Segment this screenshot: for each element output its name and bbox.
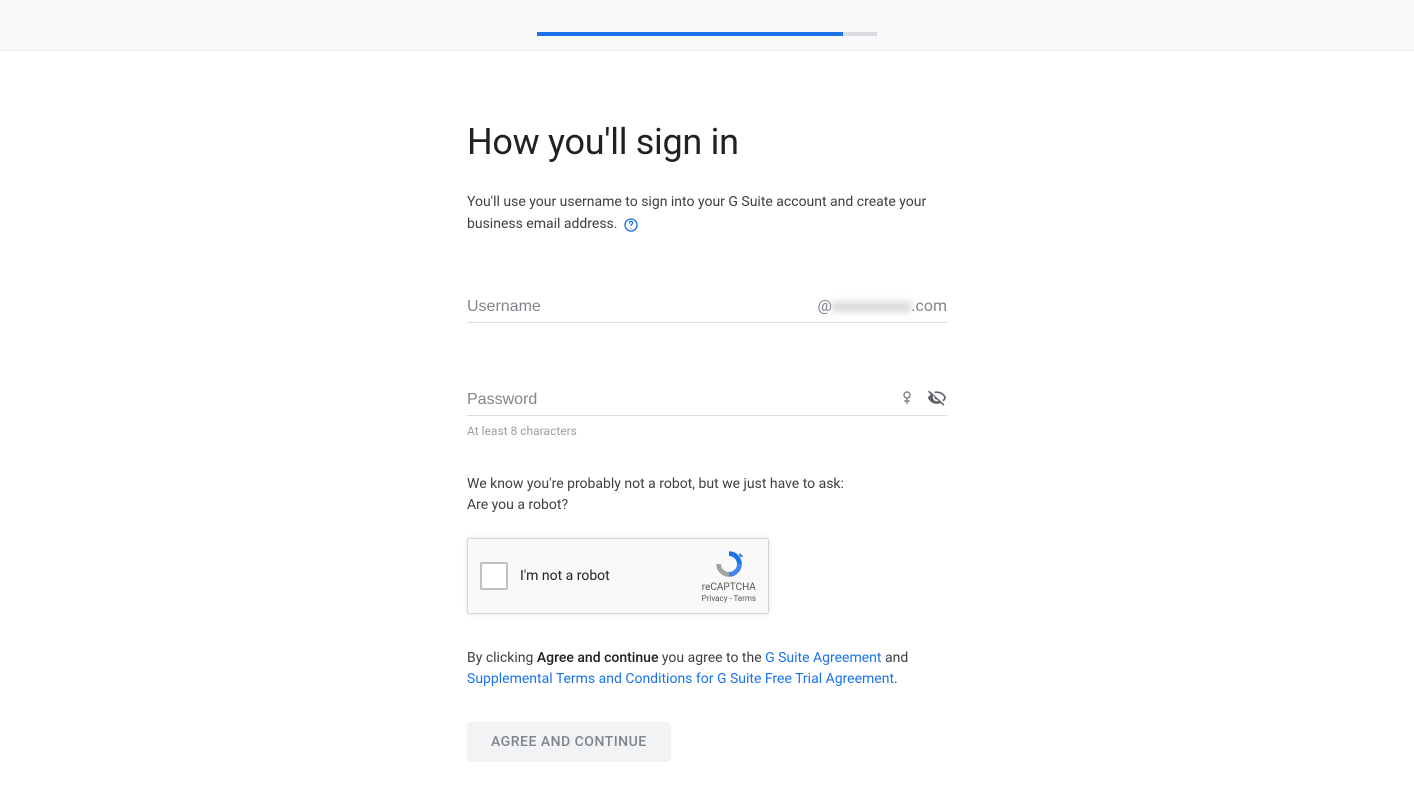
domain-obscured: xxxxxxxxxx xyxy=(832,296,911,315)
page-subtitle: You'll use your username to sign into yo… xyxy=(467,191,947,236)
progress-fill xyxy=(537,32,843,36)
recaptcha-links[interactable]: Privacy - Terms xyxy=(702,594,756,603)
password-field-group: At least 8 characters xyxy=(467,385,947,438)
header-bar xyxy=(0,0,1414,51)
recaptcha-logo-icon xyxy=(713,548,745,580)
robot-prompt: We know you're probably not a robot, but… xyxy=(467,474,947,516)
gsuite-agreement-link[interactable]: G Suite Agreement xyxy=(765,650,881,666)
legal-period: . xyxy=(894,671,898,687)
username-input[interactable] xyxy=(467,292,810,318)
recaptcha-widget: I'm not a robot reCAPTCHA Privacy - Term… xyxy=(467,538,769,614)
help-icon[interactable] xyxy=(623,217,639,233)
recaptcha-label: I'm not a robot xyxy=(520,568,702,584)
password-row xyxy=(467,385,947,416)
username-field-group: @xxxxxxxxxx.com xyxy=(467,292,947,323)
legal-bold: Agree and continue xyxy=(537,650,659,666)
recaptcha-brand-text: reCAPTCHA xyxy=(702,582,756,593)
robot-line1: We know you're probably not a robot, but… xyxy=(467,474,947,495)
recaptcha-branding: reCAPTCHA Privacy - Terms xyxy=(702,548,756,603)
domain-tld: .com xyxy=(911,296,947,315)
legal-text: By clicking Agree and continue you agree… xyxy=(467,648,947,690)
domain-suffix: @xxxxxxxxxx.com xyxy=(810,296,948,315)
key-icon[interactable] xyxy=(897,388,917,408)
form-container: How you'll sign in You'll use your usern… xyxy=(467,51,947,802)
legal-and: and xyxy=(882,650,909,666)
recaptcha-checkbox[interactable] xyxy=(480,562,508,590)
visibility-off-icon[interactable] xyxy=(927,388,947,408)
legal-middle: you agree to the xyxy=(658,650,765,666)
at-sign: @ xyxy=(818,296,832,315)
page-title: How you'll sign in xyxy=(467,121,947,163)
progress-track xyxy=(537,32,877,36)
password-input[interactable] xyxy=(467,385,887,411)
agree-continue-button[interactable]: Agree and continue xyxy=(467,722,671,762)
robot-line2: Are you a robot? xyxy=(467,495,947,516)
supplemental-terms-link[interactable]: Supplemental Terms and Conditions for G … xyxy=(467,671,894,687)
password-helper: At least 8 characters xyxy=(467,424,947,438)
username-row: @xxxxxxxxxx.com xyxy=(467,292,947,323)
legal-prefix: By clicking xyxy=(467,650,537,666)
subtitle-text: You'll use your username to sign into yo… xyxy=(467,194,926,232)
